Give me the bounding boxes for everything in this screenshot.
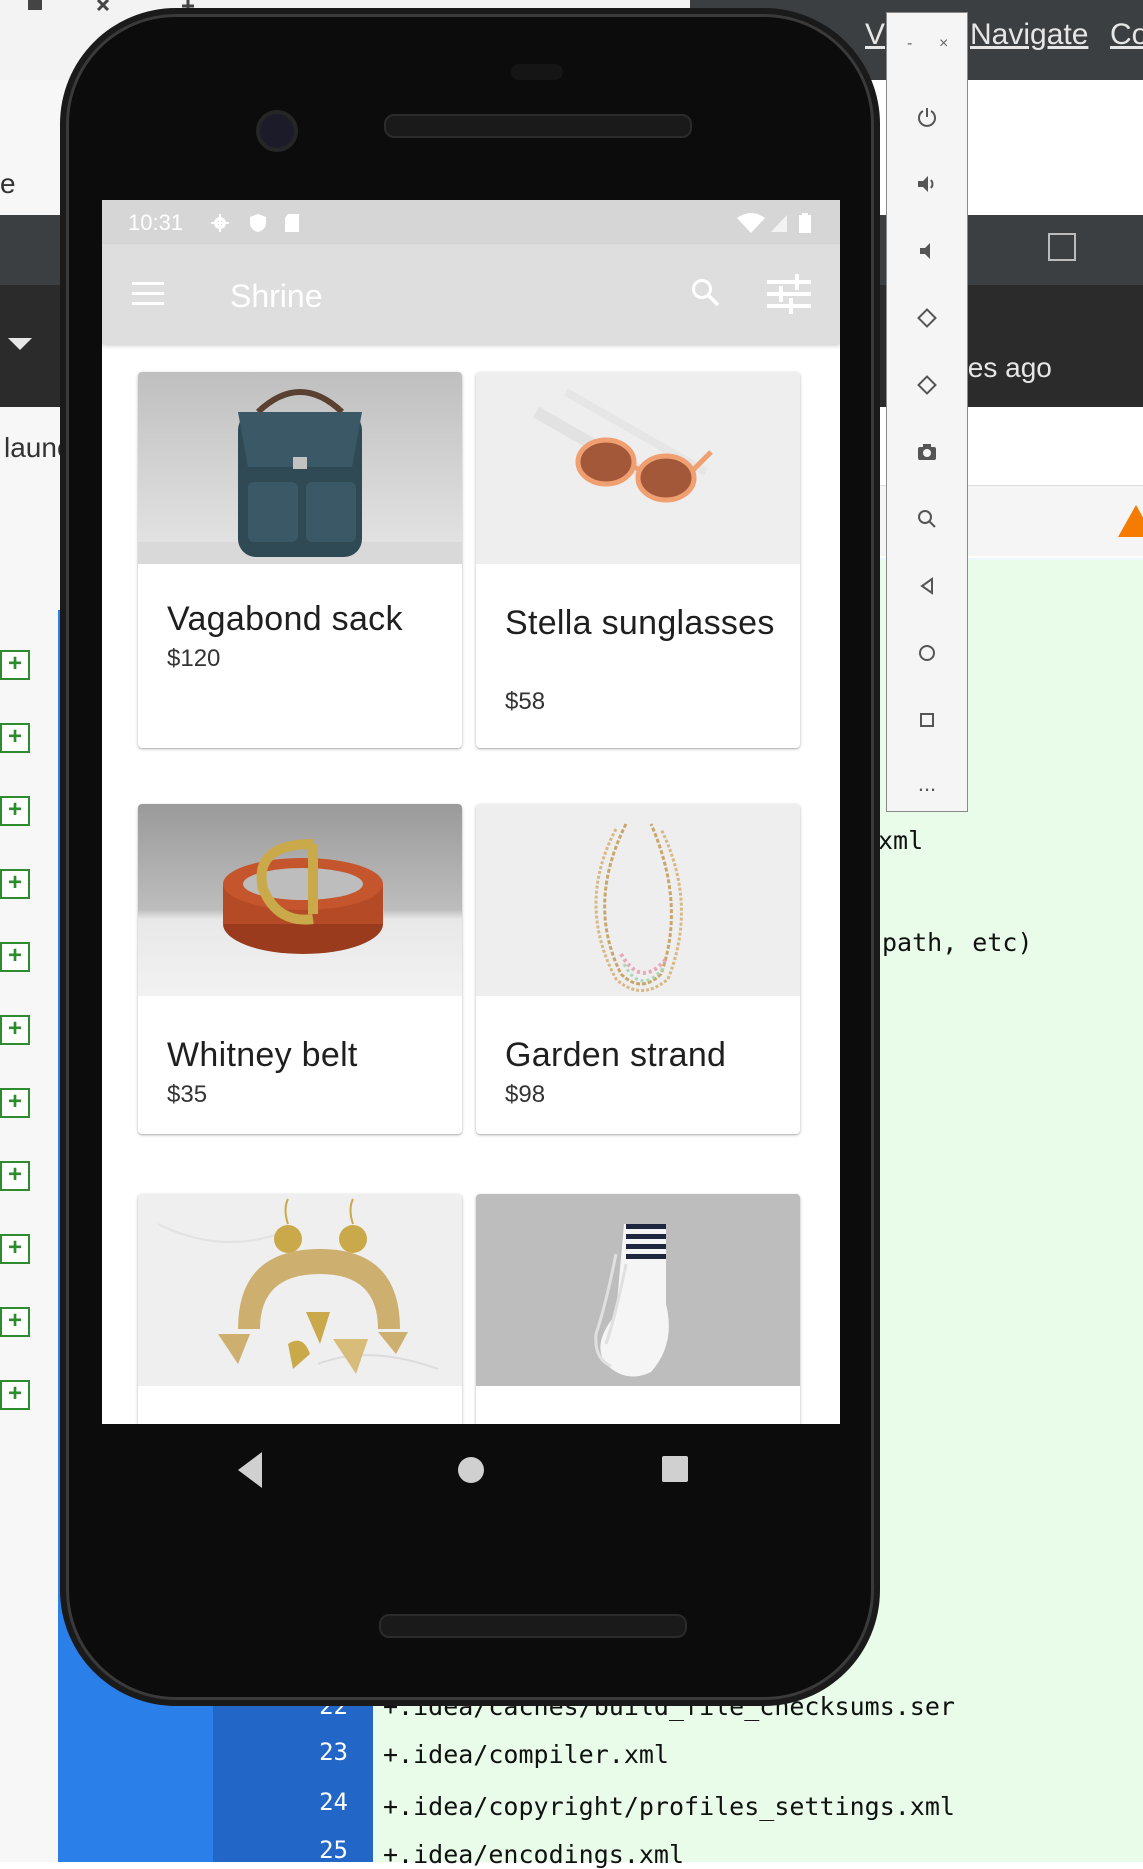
product-price: $58 [505, 688, 546, 715]
overview-icon[interactable] [887, 694, 967, 746]
nav-back-icon[interactable] [238, 1452, 262, 1488]
volume-down-icon[interactable] [887, 225, 967, 277]
status-time: 10:31 [128, 210, 184, 235]
diff-add-checkbox[interactable]: + [0, 650, 30, 680]
socks-image [476, 1194, 800, 1386]
code-line: +.idea/copyright/profiles_settings.xml [383, 1792, 955, 1821]
volume-up-icon[interactable] [887, 158, 967, 210]
filter-icon[interactable] [767, 274, 811, 314]
product-card[interactable]: Vagabond sack $120 [138, 372, 462, 748]
camera-icon[interactable] [887, 426, 967, 478]
more-icon[interactable]: ... [887, 758, 967, 810]
menu-item-navigate[interactable]: Navigate [970, 18, 1088, 52]
product-card[interactable]: Stella sunglasses $58 [476, 372, 800, 748]
product-name: Garden strand [505, 1036, 727, 1074]
status-bar: 10:31 [102, 200, 840, 244]
app-title: Shrine [230, 278, 323, 314]
necklace-image [476, 804, 800, 996]
product-grid: Vagabond sack $120 Stella sunglasses $58 [102, 344, 840, 1424]
bottom-speaker [379, 1614, 687, 1638]
front-camera-icon [256, 110, 298, 152]
code-line: +.idea/encodings.xml [383, 1840, 685, 1869]
backpack-image [138, 372, 462, 564]
product-price: $35 [167, 1081, 208, 1108]
diff-add-checkbox[interactable]: + [0, 1088, 30, 1118]
code-fragment: xml [878, 826, 924, 855]
cell-signal-icon [771, 215, 787, 232]
line-number: 24 [319, 1788, 348, 1816]
code-line: +.idea/compiler.xml [383, 1740, 669, 1769]
menu-item-code[interactable]: Co [1110, 18, 1143, 52]
app-screen: 10:31 Shrine Vagabond sack $120 Stella s… [102, 200, 840, 1424]
back-icon[interactable] [887, 560, 967, 612]
navigation-bar [238, 1452, 688, 1488]
belt-image [138, 804, 462, 996]
product-price: $98 [505, 1081, 546, 1108]
rotate-left-icon[interactable] [887, 292, 967, 344]
home-icon[interactable] [887, 627, 967, 679]
editor-header [830, 485, 1143, 556]
shield-icon [250, 214, 266, 232]
diff-add-checkbox[interactable]: + [0, 1234, 30, 1264]
proximity-sensor [511, 64, 563, 80]
gear-icon [211, 214, 229, 232]
chevron-down-icon[interactable] [8, 338, 32, 350]
app-bar: Shrine [102, 244, 840, 344]
diff-add-checkbox[interactable]: + [0, 869, 30, 899]
diff-add-checkbox[interactable]: + [0, 796, 30, 826]
diff-add-checkbox[interactable]: + [0, 1307, 30, 1337]
diff-add-checkbox[interactable]: + [0, 1161, 30, 1191]
earrings-image [138, 1194, 462, 1386]
diff-add-checkbox[interactable]: + [0, 723, 30, 753]
close-button[interactable]: × [939, 35, 948, 53]
launch-text-fragment: launc [4, 432, 71, 463]
diff-add-checkbox[interactable]: + [0, 1380, 30, 1410]
nav-overview-icon[interactable] [662, 1456, 688, 1482]
search-icon[interactable] [690, 277, 720, 307]
product-card[interactable]: Garden strand $98 [476, 804, 800, 1134]
code-fragment: path, etc) [882, 928, 1033, 957]
sunglasses-image [476, 372, 800, 564]
sd-card-icon [285, 214, 299, 232]
product-price: $120 [167, 645, 221, 672]
left-fragment-text: e [0, 168, 16, 199]
maximize-icon[interactable] [1048, 233, 1076, 261]
rotate-right-icon[interactable] [887, 359, 967, 411]
diff-add-checkbox[interactable]: + [0, 942, 30, 972]
product-card[interactable] [138, 1194, 462, 1424]
product-name: Vagabond sack [167, 600, 403, 638]
warning-icon [1118, 505, 1143, 537]
menu-item-view[interactable]: V [865, 18, 885, 52]
product-name: Stella sunglasses [505, 604, 775, 642]
diff-add-checkbox[interactable]: + [0, 1015, 30, 1045]
emulator-toolbar: - × ... [886, 12, 968, 812]
product-card[interactable]: Whitney belt $35 [138, 804, 462, 1134]
battery-icon [799, 213, 811, 233]
zoom-icon[interactable] [887, 493, 967, 545]
menu-icon[interactable] [132, 282, 164, 305]
line-number: 25 [319, 1836, 348, 1864]
commit-time-text: tes ago [960, 352, 1052, 383]
product-card[interactable] [476, 1194, 800, 1424]
line-number: 23 [319, 1738, 348, 1766]
earpiece-speaker [384, 114, 692, 138]
nav-home-icon[interactable] [458, 1457, 484, 1483]
wifi-icon [737, 213, 765, 233]
minimize-button[interactable]: - [907, 35, 912, 53]
power-icon[interactable] [887, 91, 967, 143]
product-name: Whitney belt [167, 1036, 358, 1074]
